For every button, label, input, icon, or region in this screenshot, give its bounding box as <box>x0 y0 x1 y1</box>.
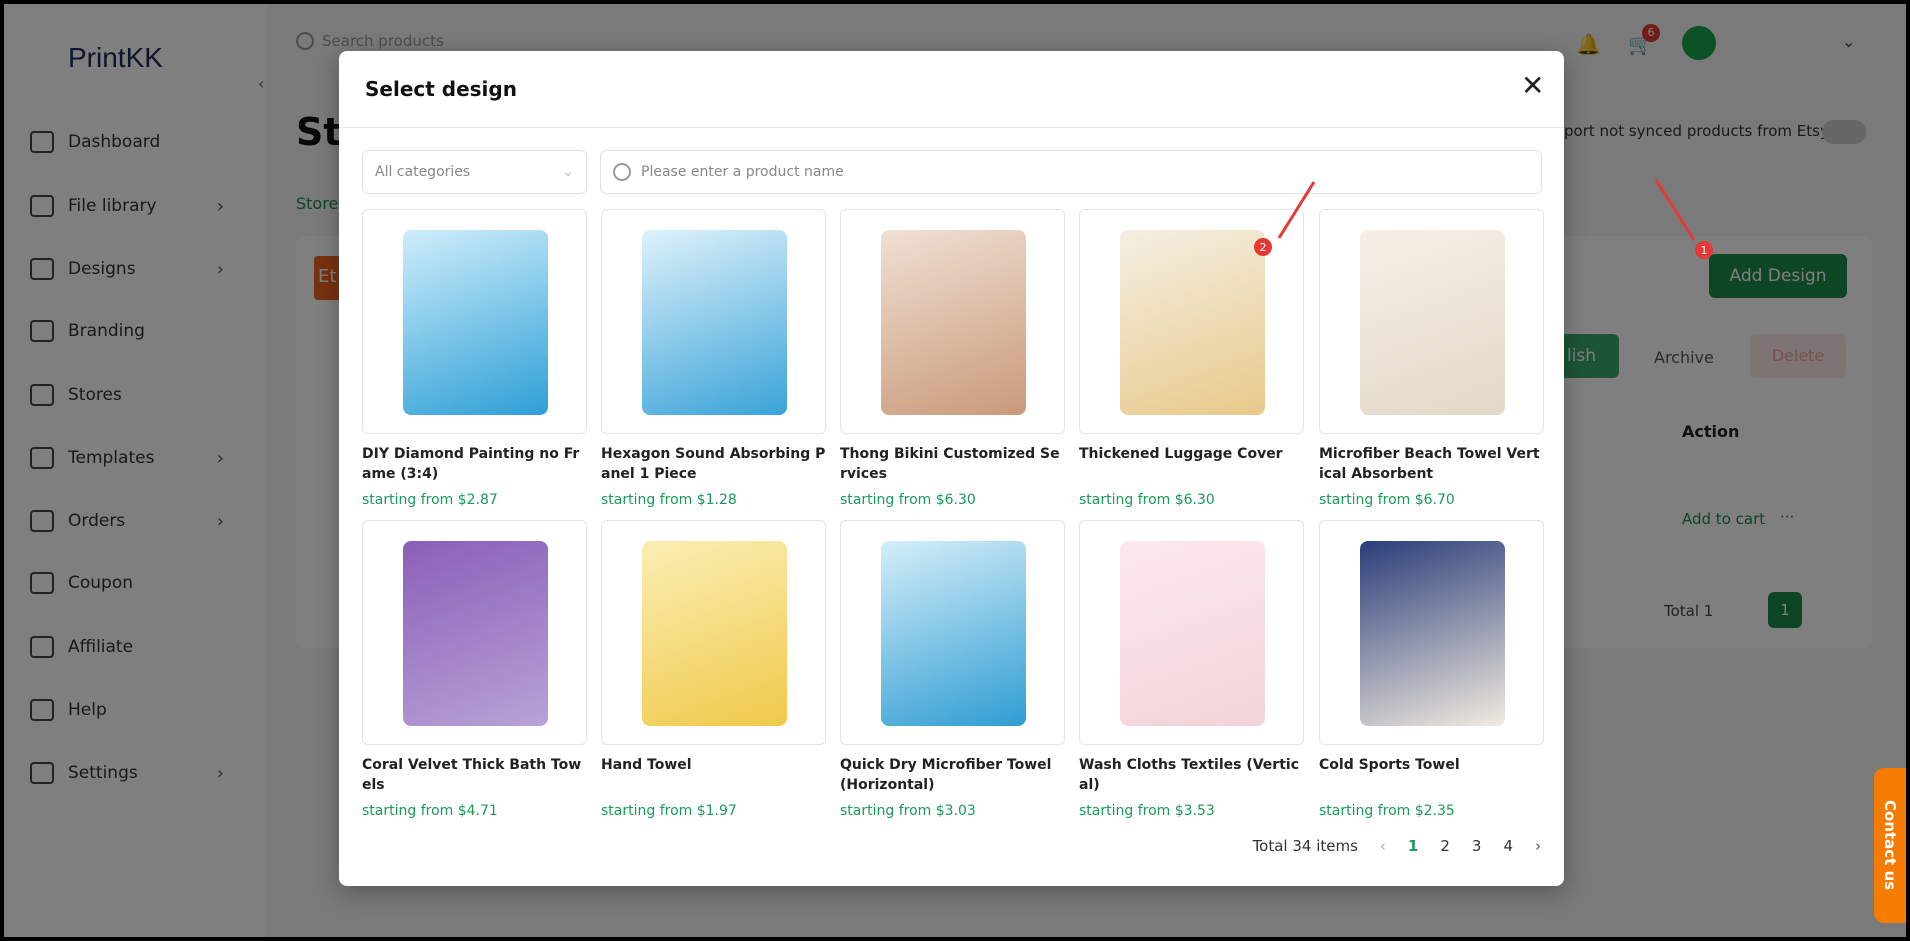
annotation-label-2: 2 <box>1260 241 1267 254</box>
annotation-label-1: 1 <box>1701 244 1708 257</box>
annotation-arrow-2 <box>1277 181 1316 239</box>
annotation-arrow-1 <box>1654 179 1696 241</box>
annotations: 2 1 <box>1254 179 1713 259</box>
app-window: PrintKK DashboardFile library›Designs›Br… <box>4 4 1906 937</box>
